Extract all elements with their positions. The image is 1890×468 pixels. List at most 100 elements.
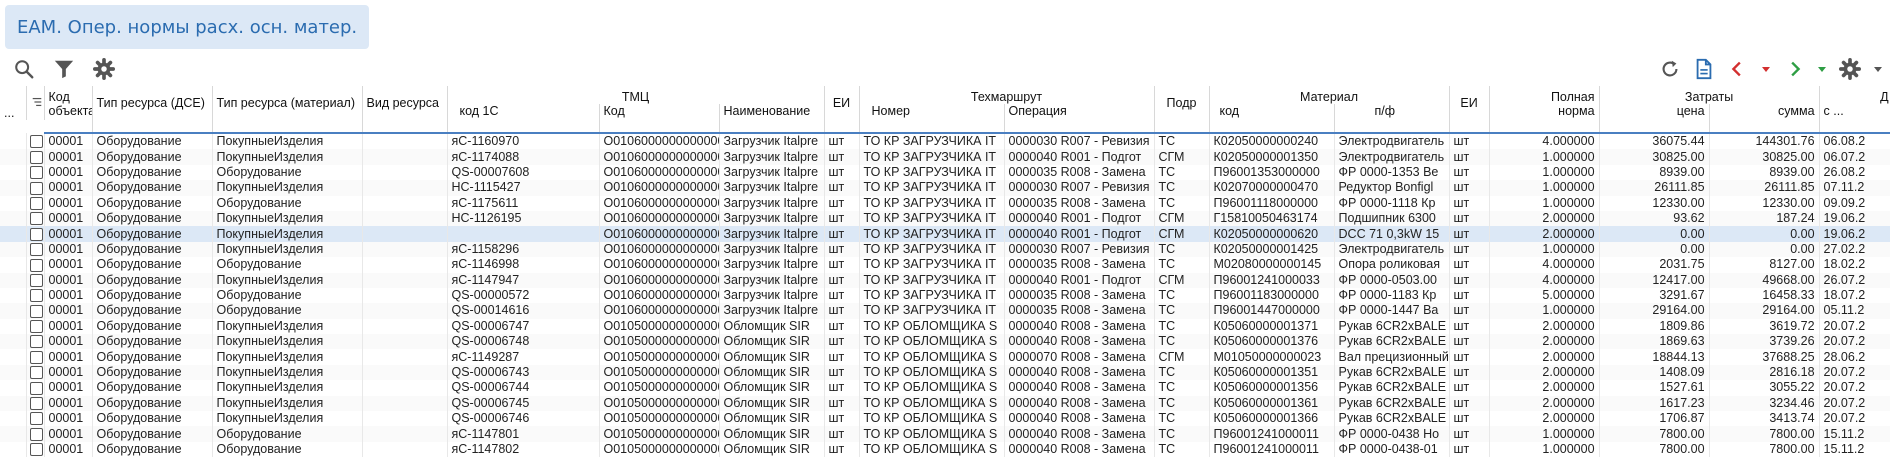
cell-naim[interactable]: Обломщик SIR [719, 334, 825, 350]
table-row[interactable]: 00001 Оборудование ПокупныеИзделия яС-11582… [0, 241, 1890, 258]
cell-pf[interactable]: ФР 0000-1183 Кр [1334, 287, 1450, 304]
cell-ei2[interactable]: шт [1449, 241, 1490, 258]
cell-date[interactable]: 26.08.2 [1819, 164, 1890, 181]
cell-tip-mat[interactable]: Оборудование [212, 441, 363, 458]
cell-kod1c[interactable]: QS-00006744 [447, 380, 600, 396]
cell-date[interactable]: 20.07.2 [1819, 334, 1890, 350]
cell-tip-mat[interactable]: ПокупныеИзделия [212, 226, 363, 242]
cell-kod-obj[interactable]: 00001 [44, 380, 93, 396]
filter-cell[interactable] [1209, 120, 1335, 134]
cell-norma[interactable]: 1.000000 [1489, 303, 1600, 319]
cell-operacia[interactable]: 0000070 R008 - Замена [1004, 349, 1155, 365]
cell-cena[interactable]: 1809.86 [1599, 318, 1710, 335]
cell-mkod[interactable]: П96001241000033 [1209, 272, 1335, 288]
cell-kod[interactable]: О0105000000000000 [599, 380, 720, 396]
cell-kod-obj[interactable]: 00001 [44, 334, 93, 350]
cell-tip-dse[interactable]: Оборудование [92, 257, 213, 273]
cell-vid[interactable] [362, 395, 448, 412]
cell-summa[interactable]: 7800.00 [1709, 426, 1820, 442]
cell-tip-mat[interactable]: ПокупныеИзделия [212, 349, 363, 365]
cell-cena[interactable]: 3291.67 [1599, 287, 1710, 304]
cell-kod[interactable]: О0106000000000000 [599, 287, 720, 304]
cell-ei[interactable]: шт [824, 180, 860, 196]
cell-ei[interactable]: шт [824, 318, 860, 335]
cell-operacia[interactable]: 0000040 R001 - Подгот [1004, 272, 1155, 288]
cell-ei[interactable]: шт [824, 149, 860, 165]
cell-ei2[interactable]: шт [1449, 287, 1490, 304]
cell-ei2[interactable]: шт [1449, 349, 1490, 365]
row-checkbox[interactable] [29, 212, 43, 226]
cell-summa[interactable]: 8939.00 [1709, 164, 1820, 181]
settings-icon[interactable] [92, 57, 116, 81]
cell-vid[interactable] [362, 318, 448, 335]
cell-mkod[interactable]: П96001241000011 [1209, 441, 1335, 458]
cell-summa[interactable]: 3055.22 [1709, 380, 1820, 396]
cell-kod[interactable]: О0106000000000000 [599, 272, 720, 288]
cell-kod-obj[interactable]: 00001 [44, 318, 93, 335]
cell-tip-mat[interactable]: ПокупныеИзделия [212, 210, 363, 227]
cell-tip-mat[interactable]: Оборудование [212, 303, 363, 319]
cell-tip-dse[interactable]: Оборудование [92, 364, 213, 381]
prev-dropdown-icon[interactable] [1760, 57, 1772, 81]
cell-mkod[interactable]: К02050000000240 [1209, 133, 1335, 150]
cell-podr[interactable]: ТС [1154, 364, 1210, 381]
cell-summa[interactable]: 49668.00 [1709, 272, 1820, 288]
cell-podr[interactable]: ТС [1154, 395, 1210, 412]
cell-summa[interactable]: 37688.25 [1709, 349, 1820, 365]
cell-tip-mat[interactable]: ПокупныеИзделия [212, 318, 363, 335]
cell-tip-dse[interactable]: Оборудование [92, 318, 213, 335]
cell-nomer[interactable]: ТО КР ЗАГРУЗЧИКА IT [859, 272, 1005, 288]
cell-mkod[interactable]: Г15810050463174 [1209, 210, 1335, 227]
cell-kod[interactable]: О0105000000000000 [599, 334, 720, 350]
settings-dropdown-icon[interactable] [1872, 57, 1884, 81]
cell-cena[interactable]: 93.62 [1599, 210, 1710, 227]
cell-tip-mat[interactable]: ПокупныеИзделия [212, 334, 363, 350]
cell-mkod[interactable]: К02070000000470 [1209, 180, 1335, 196]
cell-tip-dse[interactable]: Оборудование [92, 380, 213, 396]
cell-cena[interactable]: 36075.44 [1599, 133, 1710, 150]
cell-ei2[interactable]: шт [1449, 257, 1490, 273]
filter-cell[interactable] [447, 120, 600, 134]
cell-date[interactable]: 20.07.2 [1819, 380, 1890, 396]
cell-ei[interactable]: шт [824, 241, 860, 258]
cell-mkod[interactable]: К02050000001350 [1209, 149, 1335, 165]
cell-mkod[interactable]: М01050000000023 [1209, 349, 1335, 365]
cell-kod-obj[interactable]: 00001 [44, 349, 93, 365]
cell-nomer[interactable]: ТО КР ЗАГРУЗЧИКА IT [859, 195, 1005, 211]
cell-tip-mat[interactable]: ПокупныеИзделия [212, 149, 363, 165]
cell-cena[interactable]: 12417.00 [1599, 272, 1710, 288]
cell-operacia[interactable]: 0000035 R008 - Замена [1004, 195, 1155, 211]
cell-kod-obj[interactable]: 00001 [44, 226, 93, 242]
cell-ei[interactable]: шт [824, 195, 860, 211]
cell-vid[interactable] [362, 164, 448, 181]
cell-tip-mat[interactable]: Оборудование [212, 257, 363, 273]
cell-ei[interactable]: шт [824, 257, 860, 273]
col-tip-mat-header[interactable]: Тип ресурса (материал) [212, 86, 363, 120]
cell-tip-dse[interactable]: Оборудование [92, 180, 213, 196]
table-row[interactable]: 00001 Оборудование ПокупныеИзделия QS-00006… [0, 411, 1890, 427]
cell-kod1c[interactable]: QS-00014616 [447, 303, 600, 319]
cell-kod-obj[interactable]: 00001 [44, 395, 93, 412]
cell-ei[interactable]: шт [824, 287, 860, 304]
cell-kod1c[interactable]: QS-00006748 [447, 334, 600, 350]
cell-vid[interactable] [362, 380, 448, 396]
filter-cell[interactable] [212, 120, 363, 134]
col-vid-header[interactable]: Вид ресурса [362, 86, 448, 120]
cell-vid[interactable] [362, 226, 448, 242]
cell-pf[interactable]: Рукав 6CR2xBALE [1334, 318, 1450, 335]
cell-mkod[interactable]: П96001118000000 [1209, 195, 1335, 211]
cell-date[interactable]: 20.07.2 [1819, 395, 1890, 412]
cell-pf[interactable]: ФР 0000-0438 Но [1334, 426, 1450, 442]
col-d-header[interactable]: Д [1819, 86, 1890, 104]
cell-nomer[interactable]: ТО КР ОБЛОМЩИКА S [859, 364, 1005, 381]
col-kod1c-header[interactable]: код 1С [447, 104, 600, 120]
cell-pf[interactable]: Подшипник 6300 [1334, 210, 1450, 227]
refresh-icon[interactable] [1658, 57, 1682, 81]
cell-pf[interactable]: Рукав 6CR2xBALE [1334, 334, 1450, 350]
cell-naim[interactable]: Обломщик SIR [719, 349, 825, 365]
cell-tip-dse[interactable]: Оборудование [92, 426, 213, 442]
cell-date[interactable]: 27.02.2 [1819, 241, 1890, 258]
cell-norma[interactable]: 5.000000 [1489, 287, 1600, 304]
cell-operacia[interactable]: 0000040 R001 - Подгот [1004, 226, 1155, 242]
cell-kod-obj[interactable]: 00001 [44, 364, 93, 381]
